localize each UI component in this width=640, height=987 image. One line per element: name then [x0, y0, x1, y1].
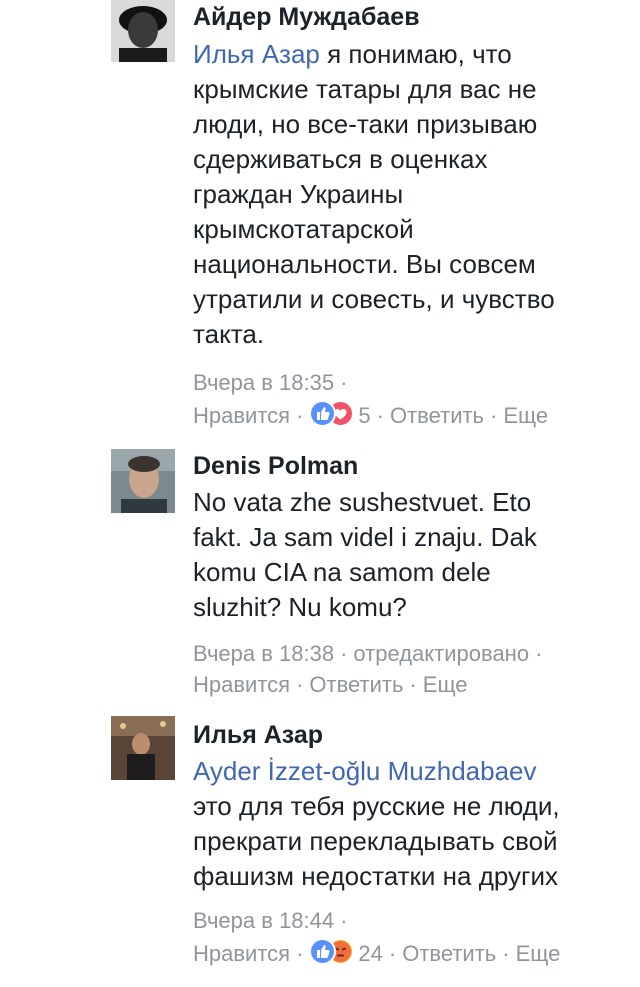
comment-author[interactable]: Denis Polman — [193, 451, 358, 481]
timestamp[interactable]: Вчера в 18:38 — [193, 641, 334, 666]
comment-line: Ayder İzzet-oğlu Muzhdabaev — [193, 754, 623, 789]
comment-line: крымские татары для вас не — [193, 74, 537, 104]
comment-text: No vata zhe sushestvuet. Eto fakt. Ja sa… — [193, 485, 623, 625]
comment-line: утратили и совесть, и чувство — [193, 284, 555, 314]
comment-actions: Нравится · Ответить · Еще — [193, 672, 468, 697]
reaction-count: 5 — [358, 403, 371, 428]
comment-line: прекрати перекладывать свой — [193, 826, 558, 856]
comment-line: komu CIA na samom dele — [193, 557, 491, 587]
avatar[interactable] — [111, 716, 175, 780]
comment-line: sluzhit? Nu komu? — [193, 592, 407, 622]
comment-text: Илья Азар я понимаю, что крымские татары… — [193, 37, 623, 352]
comment-author[interactable]: Илья Азар — [193, 720, 323, 750]
comment-line: такта. — [193, 319, 265, 349]
comment-line-text: я понимаю, что — [327, 39, 512, 69]
comment-timestamp-row: Вчера в 18:44 · — [193, 908, 348, 933]
like-icon — [309, 938, 337, 965]
comment-line: люди, но все-таки призываю — [193, 109, 538, 139]
comment-line: Илья Азар я понимаю, что — [193, 37, 623, 72]
comment-author[interactable]: Айдер Муждабаев — [193, 2, 420, 32]
comment-line: это для тебя русские не люди, — [193, 791, 560, 821]
like-icon — [309, 400, 337, 427]
more-button[interactable]: Еще — [516, 941, 561, 966]
timestamp[interactable]: Вчера в 18:44 — [193, 908, 334, 933]
comment-timestamp-row: Вчера в 18:35 · — [193, 370, 348, 395]
comment-text: Ayder İzzet-oğlu Muzhdabaev это для тебя… — [193, 754, 623, 894]
comment-line: граждан Украины — [193, 179, 404, 209]
reply-button[interactable]: Ответить — [402, 941, 496, 966]
comment-timestamp-row: Вчера в 18:38 · отредактировано · — [193, 641, 543, 666]
comment-line: сдерживаться в оценках — [193, 144, 488, 174]
comment-line: No vata zhe sushestvuet. Eto — [193, 487, 532, 517]
mention-link[interactable]: Илья Азар — [193, 39, 320, 69]
comment-line: фашизм недостатки на других — [193, 861, 559, 891]
comment-actions: Нравится · 24 · Ответить · Еще — [193, 938, 560, 968]
comment-line: национальности. Вы совсем — [193, 249, 536, 279]
like-button[interactable]: Нравится — [193, 941, 290, 966]
reaction-count: 24 — [358, 941, 383, 966]
more-button[interactable]: Еще — [503, 403, 548, 428]
comment-line: fakt. Ja sam videl i znaju. Dak — [193, 522, 537, 552]
avatar[interactable] — [111, 0, 175, 62]
mention-link[interactable]: Ayder İzzet-oğlu Muzhdabaev — [193, 756, 537, 786]
like-button[interactable]: Нравится — [193, 672, 290, 697]
reactions-summary[interactable]: 24 — [309, 938, 383, 966]
comment-line: крымскотатарской — [193, 214, 414, 244]
more-button[interactable]: Еще — [423, 672, 468, 697]
reactions-summary[interactable]: 5 — [309, 400, 371, 428]
reply-button[interactable]: Ответить — [390, 403, 484, 428]
comment-actions: Нравится · 5 · Ответить · Еще — [193, 400, 548, 430]
reply-button[interactable]: Ответить — [309, 672, 403, 697]
edited-label[interactable]: отредактировано — [353, 641, 529, 666]
like-button[interactable]: Нравится — [193, 403, 290, 428]
avatar[interactable] — [111, 449, 175, 513]
timestamp[interactable]: Вчера в 18:35 — [193, 370, 334, 395]
